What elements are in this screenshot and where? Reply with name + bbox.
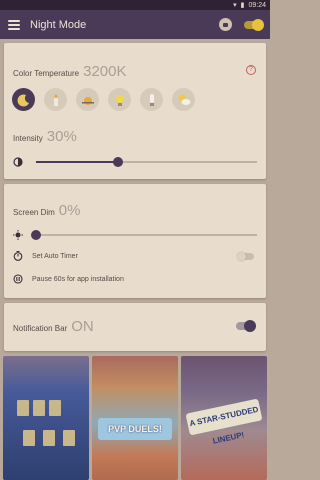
temperature-presets	[12, 88, 195, 111]
pvp-banner: PVP DUELS!	[98, 418, 172, 440]
pause-icon	[13, 274, 23, 284]
status-bar: ▾ ▮ 09:24	[0, 0, 270, 10]
menu-icon[interactable]	[8, 19, 20, 30]
notification-bar-card: Notification Bar ON	[4, 303, 266, 351]
notification-bar-value: ON	[71, 318, 94, 335]
screen-dim-card: Screen Dim 0% Set Auto Timer Pause 60s f…	[4, 184, 266, 298]
screen-dim-value: 0%	[58, 202, 81, 219]
game-board-image	[3, 356, 89, 480]
candle-icon[interactable]	[44, 88, 67, 111]
game-promo-image: PVP DUELS!	[92, 356, 178, 480]
screen-dim-thumb[interactable]	[31, 230, 41, 240]
bulb-icon[interactable]	[108, 88, 131, 111]
notification-bar-row: Notification Bar ON	[13, 318, 94, 335]
intensity-slider[interactable]	[13, 157, 257, 167]
screen-dim-slider[interactable]	[13, 230, 257, 240]
screen-dim-track	[36, 234, 257, 236]
color-temperature-value: 3200K	[83, 63, 127, 80]
status-time: 09:24	[248, 1, 266, 9]
game-characters-image: A STAR-STUDDED LINEUP!	[181, 356, 267, 480]
night-mode-toggle[interactable]	[244, 18, 264, 31]
intensity-row: Intensity 30%	[13, 128, 77, 145]
fluorescent-icon[interactable]	[140, 88, 163, 111]
wifi-icon: ▾	[233, 2, 237, 9]
notification-bar-toggle[interactable]	[236, 320, 256, 332]
color-temperature-row: Color Temperature 3200K	[13, 63, 126, 80]
auto-timer-label: Set Auto Timer	[32, 252, 78, 260]
pause-row[interactable]: Pause 60s for app installation	[13, 274, 254, 284]
lineup-banner: A STAR-STUDDED LINEUP!	[185, 398, 263, 446]
notification-bar-label: Notification Bar	[13, 324, 68, 333]
app-bar: Night Mode	[0, 10, 270, 39]
sunset-icon[interactable]	[76, 88, 99, 111]
moon-icon[interactable]	[12, 88, 35, 111]
auto-timer-toggle[interactable]	[237, 251, 254, 261]
contrast-icon	[13, 157, 23, 167]
intensity-fill	[36, 161, 118, 163]
intensity-thumb[interactable]	[112, 157, 123, 167]
screen-dim-label: Screen Dim	[13, 208, 55, 217]
app-title: Night Mode	[30, 18, 87, 31]
pause-label: Pause 60s for app installation	[32, 275, 124, 283]
color-temperature-label: Color Temperature	[13, 69, 80, 78]
battery-icon: ▮	[240, 2, 245, 9]
brightness-icon	[13, 230, 23, 240]
background-app-preview: PVP DUELS! A STAR-STUDDED LINEUP!	[0, 356, 270, 480]
help-icon[interactable]: ?	[246, 65, 256, 75]
timer-icon	[13, 251, 23, 261]
intensity-label: Intensity	[13, 134, 43, 143]
daylight-cloud-icon[interactable]	[172, 88, 195, 111]
lock-icon[interactable]	[219, 18, 232, 31]
color-temperature-card: Color Temperature 3200K ? Intensity 30%	[4, 43, 266, 179]
auto-timer-row[interactable]: Set Auto Timer	[13, 251, 254, 261]
intensity-value: 30%	[46, 128, 77, 145]
screen-dim-row: Screen Dim 0%	[13, 202, 80, 219]
